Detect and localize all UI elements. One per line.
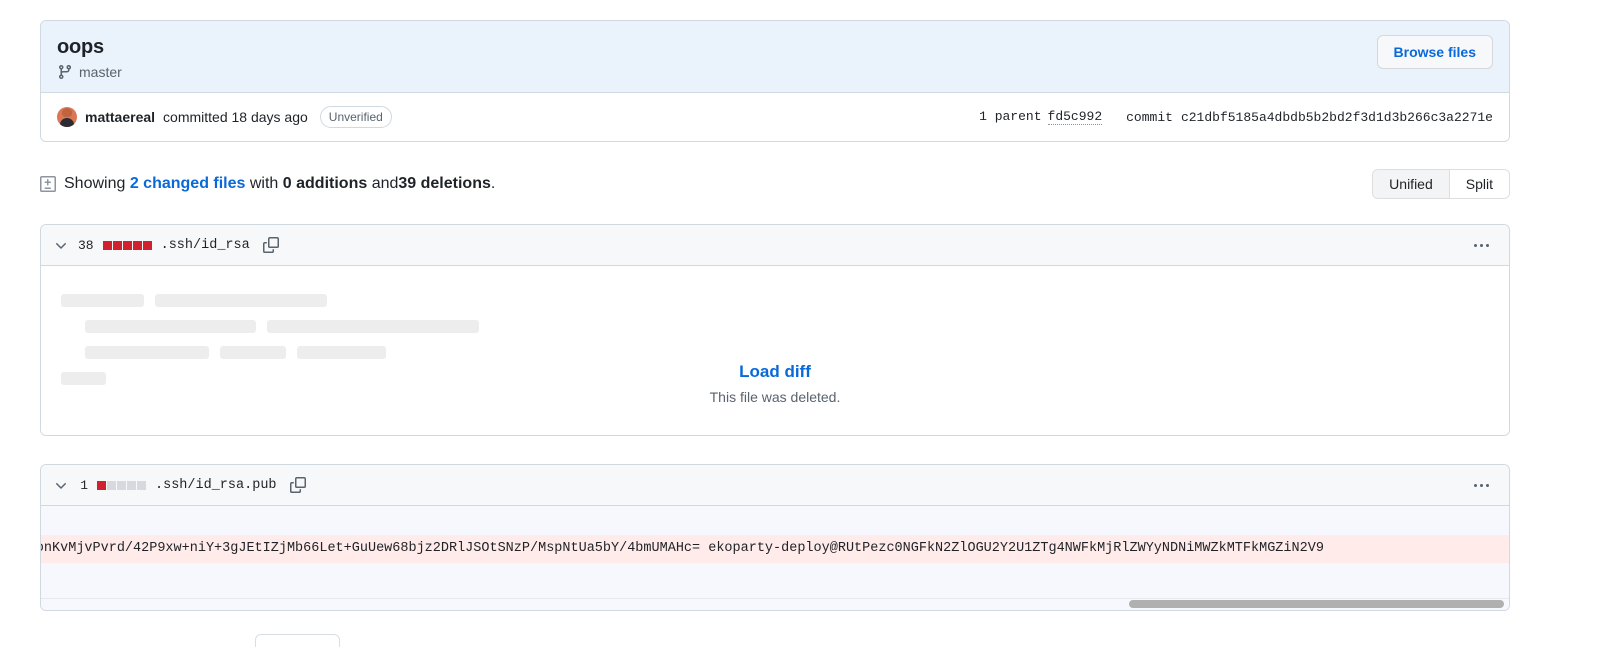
commit-meta-row: mattaereal committed 18 days ago Unverif… [41,93,1509,141]
tab-split[interactable]: Split [1448,170,1509,198]
bottom-partial-element [255,634,340,647]
commit-sha[interactable]: c21dbf5185a4dbdb5b2bd2f3d1d3b266c3a2271e [1181,110,1493,125]
diff-summary-text-group: Showing 2 changed files with 0 additions… [40,175,495,193]
with-word: with [249,175,279,192]
file-diff-card: 38 .ssh/id_rsa Load diff This file was d… [40,224,1510,436]
file-header: 38 .ssh/id_rsa [41,225,1509,266]
diff-view-toggle: Unified Split [1372,169,1510,199]
load-diff-button[interactable]: Load diff [739,362,811,382]
status-badge[interactable]: Unverified [319,106,392,128]
diff-deleted-line: qCUPz3nionKvMjvPvrd/42P9xw+niY+3gJEtIZjM… [41,535,1509,563]
copy-path-icon[interactable] [289,477,306,493]
commit-label: commit [1126,109,1173,125]
copy-path-icon[interactable] [262,237,279,253]
diff-summary-text: Showing 2 changed files with 0 additions… [64,175,495,193]
file-header-left: 38 .ssh/id_rsa [53,237,279,253]
author-name[interactable]: mattaereal [85,109,155,125]
showing-prefix: Showing [64,175,126,192]
period: . [490,175,496,192]
file-path[interactable]: .ssh/id_rsa [161,238,250,253]
commit-title-row: oops master Browse files [41,21,1509,93]
load-diff-area: Load diff This file was deleted. [41,362,1509,405]
git-branch-icon [57,64,73,80]
parent-sha-link[interactable]: fd5c992 [1047,109,1103,125]
commit-timestamp: committed 18 days ago [163,109,308,125]
file-diff-unloaded-body: Load diff This file was deleted. [41,266,1509,435]
horizontal-scrollbar-thumb[interactable] [1129,600,1504,608]
chevron-down-icon[interactable] [53,237,69,253]
diff-file-icon[interactable] [40,176,56,192]
branch-row: master [57,64,122,80]
commit-title-left: oops master [57,35,122,80]
file-diff-card: 1 .ssh/id_rsa.pub qCUPz3nionKvMjvPvrd/42… [40,464,1510,611]
tab-unified[interactable]: Unified [1373,170,1449,198]
file-change-blocks [102,240,152,250]
horizontal-scrollbar-track[interactable] [41,598,1509,610]
kebab-menu-icon[interactable] [1468,240,1495,251]
kebab-menu-icon[interactable] [1468,480,1495,491]
parent-commit-group: 1 parent fd5c992 [979,109,1103,125]
file-change-blocks [97,480,146,490]
commit-message: oops [57,36,104,58]
commit-hash-block: 1 parent fd5c992 commit c21dbf5185a4dbdb… [979,109,1493,125]
browse-files-button[interactable]: Browse files [1376,35,1493,69]
file-change-count: 1 [80,477,88,493]
file-change-count: 38 [78,237,94,253]
file-path[interactable]: .ssh/id_rsa.pub [155,478,277,493]
deletions-count: 39 deletions [398,175,491,192]
commit-header-card: oops master Browse files mattaereal comm… [40,20,1510,142]
changed-files-link[interactable]: 2 changed files [130,175,246,192]
author-block: mattaereal committed 18 days ago Unverif… [57,106,392,128]
diff-line-content: qCUPz3nionKvMjvPvrd/42P9xw+niY+3gJEtIZjM… [41,541,1324,556]
file-deleted-note: This file was deleted. [709,389,841,405]
commit-diff-page: oops master Browse files mattaereal comm… [0,0,1600,647]
diff-summary-bar: Showing 2 changed files with 0 additions… [40,167,1510,201]
and-word: and [371,175,399,192]
additions-count: 0 additions [282,175,368,192]
file-diff-body: qCUPz3nionKvMjvPvrd/42P9xw+niY+3gJEtIZjM… [41,506,1509,610]
chevron-down-icon[interactable] [53,477,69,493]
avatar[interactable] [57,107,77,127]
commit-sha-group: commit c21dbf5185a4dbdb5b2bd2f3d1d3b266c… [1126,110,1493,125]
file-header-left: 1 .ssh/id_rsa.pub [53,477,306,493]
parent-label: 1 parent [979,109,1042,124]
branch-name[interactable]: master [79,64,122,80]
file-header: 1 .ssh/id_rsa.pub [41,465,1509,506]
